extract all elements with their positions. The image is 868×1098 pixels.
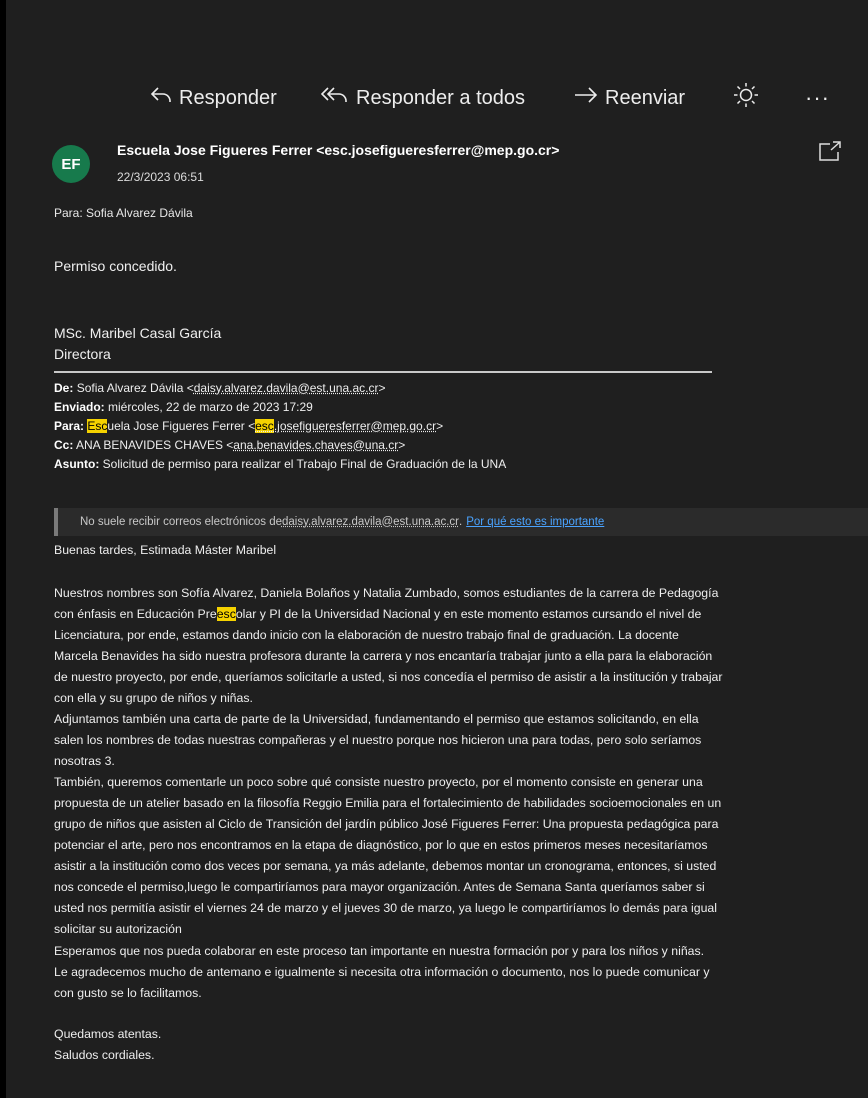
body-line: Nuestros nombres son Sofía Alvarez, Dani… (54, 586, 719, 600)
why-important-link[interactable]: Por qué esto es importante (466, 516, 604, 528)
avatar: EF (52, 145, 90, 183)
recipient-line: Para: Sofia Alvarez Dávila (54, 206, 193, 220)
cc-email-link[interactable]: ana.benavides.chaves@una.cr (233, 438, 398, 452)
quoted-subject: Asunto: Solicitud de permiso para realiz… (54, 457, 507, 471)
closing-line-1: Quedamos atentas. (54, 1027, 162, 1041)
body-line: con ella y su grupo de niños y niñas. (54, 691, 253, 705)
signature-name: MSc. Maribel Casal García (54, 325, 222, 341)
body-line: Licenciatura, por ende, estamos dando in… (54, 628, 679, 642)
body-paragraph-2: Esperamos que nos pueda colaborar en est… (54, 941, 868, 1004)
closing-line-2: Saludos cordiales. (54, 1048, 155, 1062)
reply-label: Responder (179, 86, 277, 109)
body-line: Le agradecemos mucho de antemano e igual… (54, 965, 710, 979)
more-actions-button[interactable]: ··· (805, 85, 830, 111)
sender-name[interactable]: Escuela Jose Figueres Ferrer <esc.josefi… (117, 142, 559, 158)
reply-all-button[interactable]: Responder a todos (320, 84, 525, 112)
body-line: salen los nombres de todas nuestras comp… (54, 733, 702, 747)
reading-pane: Responder Responder a todos Reenviar ···… (6, 0, 868, 1098)
body-line: nos concede el permiso,luego le comparti… (54, 880, 705, 894)
quoted-cc: Cc: ANA BENAVIDES CHAVES <ana.benavides.… (54, 438, 406, 452)
body-line: Marcela Benavides ha sido nuestra profes… (54, 649, 713, 663)
body-line: con gusto se lo facilitamos. (54, 986, 202, 1000)
quote-divider (54, 371, 712, 373)
reply-button[interactable]: Responder (149, 84, 277, 112)
popout-button[interactable] (818, 140, 842, 162)
body-line: asistir a la institución como dos veces … (54, 859, 717, 873)
body-line: potenciar el arte, pero nos encontramos … (54, 838, 708, 852)
body-line: nosotras 3. (54, 754, 115, 768)
to-email-link[interactable]: esc.josefigueresferrer@mep.go.cr (255, 419, 436, 433)
search-highlight: esc (255, 419, 274, 433)
body-line: de nuestro proyecto, por ende, queríamos… (54, 670, 723, 684)
body-paragraph-1: Nuestros nombres son Sofía Alvarez, Dani… (54, 583, 868, 940)
quoted-from: De: Sofia Alvarez Dávila <daisy.alvarez.… (54, 381, 386, 395)
reply-all-arrow-icon (320, 84, 350, 112)
reply-arrow-icon (149, 84, 173, 112)
search-highlight: esc (216, 607, 236, 621)
body-line: solicitar su autorización (54, 922, 182, 936)
quoted-to: Para: Escuela Jose Figueres Ferrer <esc.… (54, 419, 444, 433)
forward-arrow-icon (573, 84, 599, 112)
theme-toggle-button[interactable] (733, 82, 759, 114)
body-line: propuesta de un atelier basado en la fil… (54, 796, 722, 810)
message-toolbar: Responder Responder a todos Reenviar ··· (6, 78, 868, 118)
body-line: Adjuntamos también una carta de parte de… (54, 712, 699, 726)
sent-date: 22/3/2023 06:51 (117, 170, 204, 184)
quoted-sent: Enviado: miércoles, 22 de marzo de 2023 … (54, 400, 313, 414)
greeting: Buenas tardes, Estimada Máster Maribel (54, 543, 277, 557)
body-line: Esperamos que nos pueda colaborar en est… (54, 944, 705, 958)
body-line: usted nos permitía asistir el viernes 24… (54, 901, 717, 915)
signature-title: Directora (54, 346, 111, 362)
search-highlight: Esc (87, 419, 108, 433)
forward-button[interactable]: Reenviar (573, 84, 685, 112)
sun-brightness-icon (733, 82, 759, 114)
reply-all-label: Responder a todos (356, 86, 526, 109)
body-line: con énfasis en Educación Preescolar y PI… (54, 607, 702, 621)
external-sender-warning: No suele recibir correos electrónicos de… (54, 508, 868, 536)
forward-label: Reenviar (605, 86, 686, 109)
open-in-new-window-icon (818, 141, 842, 166)
body-line: También, queremos comentarle un poco sob… (54, 775, 703, 789)
from-email-link[interactable]: daisy.alvarez.davila@est.una.ac.cr (194, 381, 379, 395)
message-body: Permiso concedido. (54, 258, 177, 274)
body-line: grupo de niños que asisten al Ciclo de T… (54, 817, 719, 831)
